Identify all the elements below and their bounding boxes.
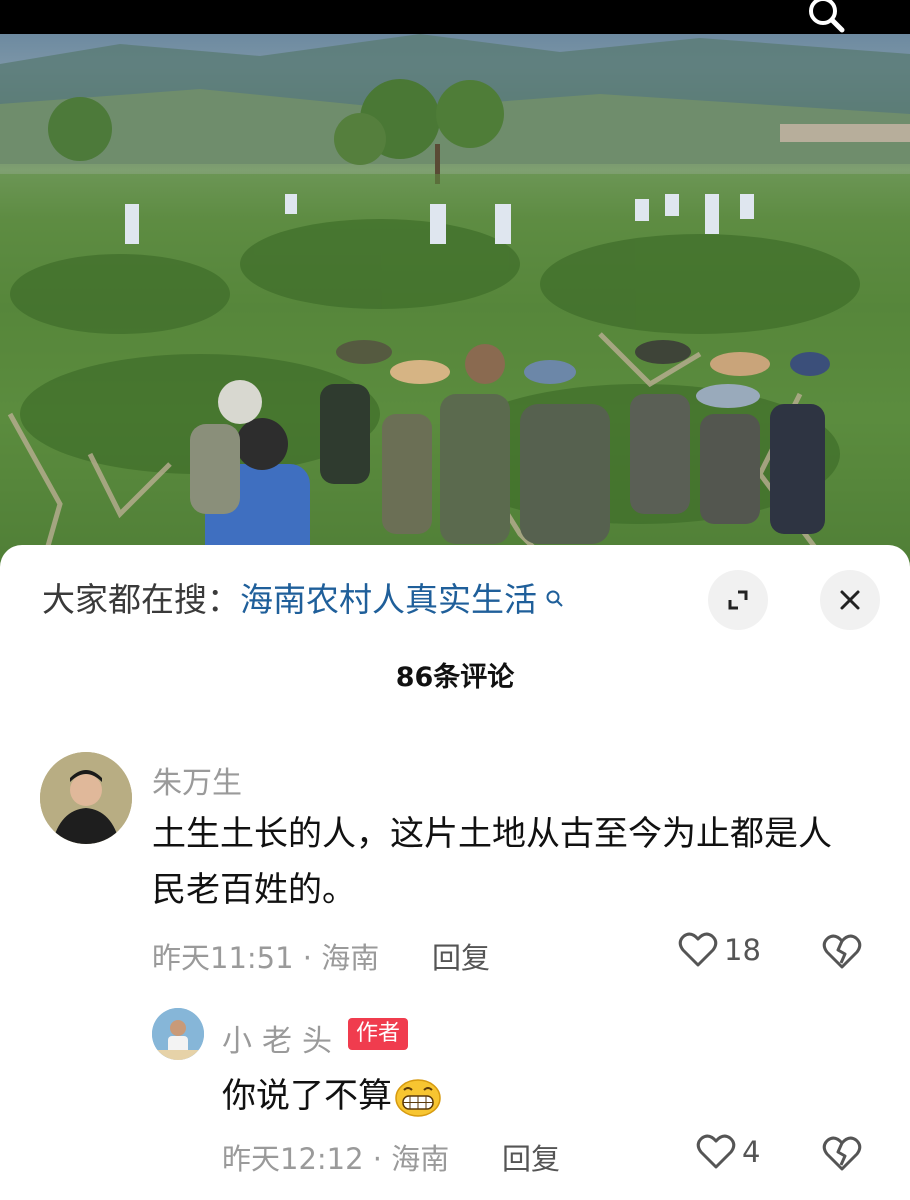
reply-button[interactable]: 回复 <box>502 1136 560 1178</box>
search-small-icon <box>539 590 565 614</box>
search-suggestion-prefix: 大家都在搜： <box>42 580 240 619</box>
dislike-button[interactable] <box>822 934 862 974</box>
search-suggestion-link[interactable]: 海南农村人真实生活 <box>240 580 537 619</box>
close-icon <box>840 590 860 610</box>
avatar[interactable] <box>152 1008 204 1060</box>
comment-text: 你说了不算 <box>222 1068 442 1124</box>
like-button[interactable]: 18 <box>678 932 761 968</box>
author-badge: 作者 <box>348 1018 409 1050</box>
search-icon[interactable] <box>804 0 848 36</box>
comment-username[interactable]: 小老头 <box>222 1016 342 1060</box>
comment-count: 86条评论 <box>395 662 515 693</box>
expand-button[interactable] <box>708 570 768 630</box>
comment-meta: 昨天11:51 · 海南 <box>152 941 380 975</box>
video-frame[interactable] <box>0 34 910 580</box>
top-bar <box>0 0 910 34</box>
close-button[interactable] <box>820 570 880 630</box>
like-button[interactable]: 4 <box>696 1134 760 1170</box>
grin-emoji-icon <box>394 1078 442 1118</box>
like-count: 18 <box>724 933 761 967</box>
like-count: 4 <box>742 1135 761 1169</box>
heart-icon <box>696 1134 736 1169</box>
comment-text-body: 你说了不算 <box>222 1076 392 1116</box>
comment-text: 土生土长的人，这片土地从古至今为止都是人民老百姓的。 <box>152 814 832 910</box>
heart-icon <box>678 932 718 967</box>
reply-button[interactable]: 回复 <box>432 935 490 977</box>
avatar[interactable] <box>40 752 132 844</box>
dislike-button[interactable] <box>822 1136 862 1176</box>
comment-username[interactable]: 朱万生 <box>152 758 242 802</box>
broken-heart-icon <box>822 1136 862 1171</box>
comment-meta: 昨天12:12 · 海南 <box>222 1142 450 1176</box>
expand-icon <box>728 590 748 610</box>
broken-heart-icon <box>822 934 862 969</box>
search-suggestion[interactable]: 大家都在搜：海南农村人真实生活 <box>42 578 565 622</box>
